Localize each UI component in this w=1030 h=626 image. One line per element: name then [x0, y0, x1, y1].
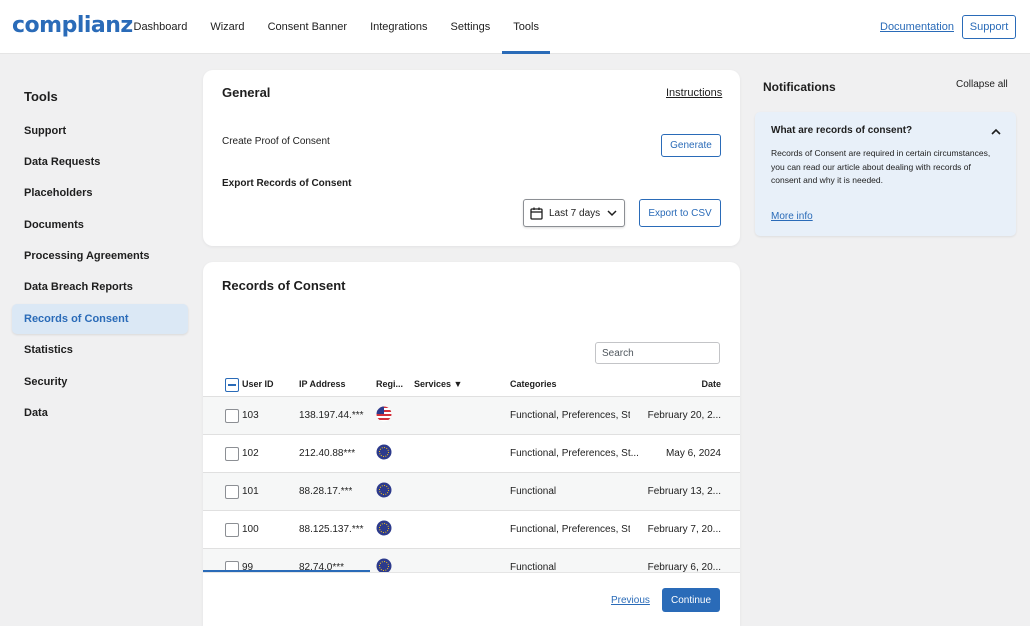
records-title: Records of Consent [222, 278, 346, 293]
table-row: 103 138.197.44.*** Functional, Preferenc… [203, 396, 740, 434]
col-ip-address[interactable]: IP Address [299, 379, 346, 389]
sidebar-item-security[interactable]: Security [12, 367, 188, 397]
sidebar-title: Tools [24, 89, 58, 104]
eu-flag-icon [376, 482, 392, 498]
sidebar-item-support[interactable]: Support [12, 116, 188, 146]
notification-body: Records of Consent are required in certa… [771, 148, 991, 185]
records-footer: Previous Continue [203, 572, 740, 626]
top-bar: complianz Dashboard Wizard Consent Banne… [0, 0, 1030, 54]
col-region[interactable]: Regi... [376, 379, 403, 389]
sidebar-item-statistics[interactable]: Statistics [12, 335, 188, 365]
eu-flag-icon [376, 520, 392, 536]
more-info-link[interactable]: More info [771, 211, 813, 222]
row-checkbox[interactable] [225, 447, 239, 461]
general-title: General [222, 85, 271, 100]
cell-user-id: 102 [242, 448, 259, 459]
table-row: 100 88.125.137.*** Functional, Preferenc… [203, 510, 740, 548]
cell-categories: Functional, Preferences, St... [510, 410, 630, 421]
cell-date: May 6, 2024 [665, 448, 721, 459]
instructions-link[interactable]: Instructions [666, 87, 722, 99]
records-card: Records of Consent User ID IP Address Re… [203, 262, 740, 626]
sidebar-item-data-breach-reports[interactable]: Data Breach Reports [12, 272, 188, 302]
cell-categories: Functional [510, 486, 557, 497]
row-checkbox[interactable] [225, 523, 239, 537]
chevron-down-icon [607, 210, 617, 217]
generate-button[interactable]: Generate [661, 134, 721, 157]
row-checkbox[interactable] [225, 485, 239, 499]
nav-settings[interactable]: Settings [439, 0, 502, 54]
cell-user-id: 101 [242, 486, 259, 497]
continue-button[interactable]: Continue [662, 588, 720, 612]
nav-consent-banner[interactable]: Consent Banner [256, 0, 359, 54]
cell-ip: 88.125.137.*** [299, 524, 364, 535]
proof-of-consent-label: Create Proof of Consent [222, 136, 330, 147]
nav-integrations[interactable]: Integrations [359, 0, 439, 54]
cell-date: February 7, 20... [647, 524, 721, 535]
nav-wizard[interactable]: Wizard [199, 0, 256, 54]
export-records-label: Export Records of Consent [222, 178, 352, 189]
col-services[interactable]: Services ▼ [414, 379, 462, 389]
col-date[interactable]: Date [701, 379, 721, 389]
cell-ip: 88.28.17.*** [299, 486, 353, 497]
collapse-all-button[interactable]: Collapse all [956, 79, 1008, 90]
sidebar-item-data-requests[interactable]: Data Requests [12, 147, 188, 177]
cell-categories: Functional, Preferences, St... [510, 448, 639, 459]
sidebar-item-data[interactable]: Data [12, 398, 188, 428]
calendar-icon [530, 207, 543, 220]
eu-flag-icon [376, 444, 392, 460]
date-range-select[interactable]: Last 7 days [523, 199, 625, 227]
general-card: General Instructions Create Proof of Con… [203, 70, 740, 246]
nav-dashboard[interactable]: Dashboard [122, 0, 199, 54]
col-user-id[interactable]: User ID [242, 379, 274, 389]
documentation-link[interactable]: Documentation [880, 21, 954, 33]
col-categories[interactable]: Categories [510, 379, 557, 389]
cell-user-id: 103 [242, 410, 259, 421]
complianz-logo[interactable]: complianz [12, 13, 133, 38]
cell-categories: Functional, Preferences, St... [510, 524, 630, 535]
date-range-value: Last 7 days [549, 207, 601, 219]
cell-date: February 20, 2... [647, 410, 721, 421]
notification-card: What are records of consent? Records of … [755, 112, 1016, 236]
sidebar-item-documents[interactable]: Documents [12, 210, 188, 240]
row-checkbox[interactable] [225, 409, 239, 423]
support-button[interactable]: Support [962, 15, 1016, 39]
us-flag-icon [376, 406, 392, 422]
sidebar-item-processing-agreements[interactable]: Processing Agreements [12, 241, 188, 271]
notification-heading: What are records of consent? [771, 125, 913, 136]
main-nav: Dashboard Wizard Consent Banner Integrat… [122, 0, 551, 54]
chevron-up-icon[interactable] [989, 125, 1003, 139]
cell-date: February 13, 2... [647, 486, 721, 497]
table-row: 102 212.40.88*** Functional, Preferences… [203, 434, 740, 472]
cell-ip: 212.40.88*** [299, 448, 356, 459]
search-input[interactable] [595, 342, 720, 364]
cell-user-id: 100 [242, 524, 259, 535]
sidebar-item-records-of-consent[interactable]: Records of Consent [12, 304, 188, 334]
previous-link[interactable]: Previous [611, 595, 650, 606]
export-to-csv-button[interactable]: Export to CSV [639, 199, 721, 227]
table-row: 101 88.28.17.*** Functional February 13,… [203, 472, 740, 510]
cell-ip: 138.197.44.*** [299, 410, 364, 421]
nav-tools[interactable]: Tools [501, 0, 551, 54]
minus-icon [228, 384, 236, 386]
sidebar-item-placeholders[interactable]: Placeholders [12, 178, 188, 208]
select-all-checkbox[interactable] [225, 378, 239, 392]
notifications-title: Notifications [763, 80, 836, 94]
